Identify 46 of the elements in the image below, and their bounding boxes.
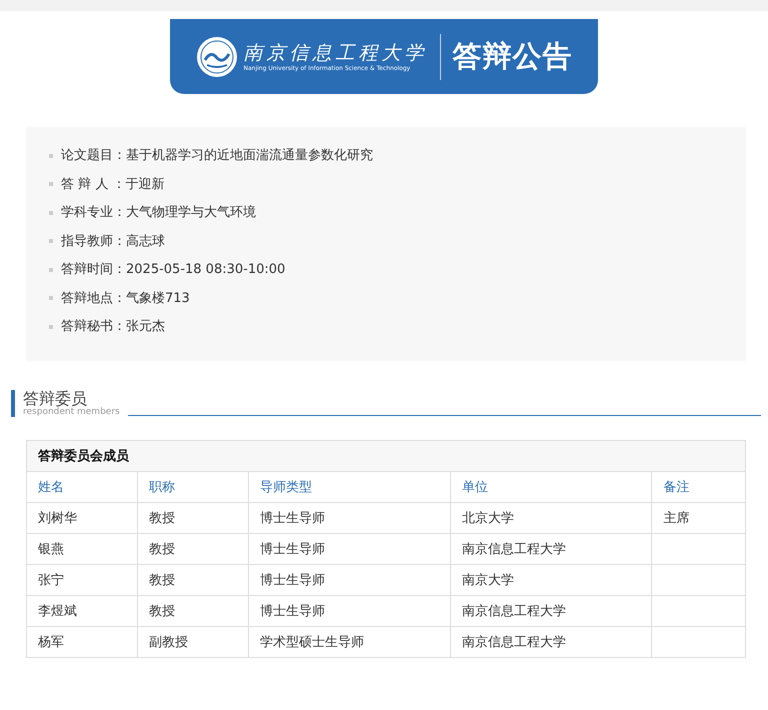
- info-text: 答 辩 人 ：于迎新: [61, 176, 164, 194]
- info-text: 答辩地点：气象楼713: [61, 290, 190, 308]
- table-cell: 博士生导师: [248, 502, 450, 533]
- bullet-icon: [49, 296, 53, 300]
- info-text: 论文题目：基于机器学习的近地面湍流通量参数化研究: [61, 147, 373, 165]
- column-header: 姓名: [26, 471, 138, 502]
- table-cell: 教授: [137, 502, 248, 533]
- info-text: 答辩秘书：张元杰: [61, 318, 165, 336]
- section-title: 答辩委员: [23, 390, 87, 406]
- bullet-icon: [49, 324, 53, 329]
- table-cell: 南京信息工程大学: [450, 533, 652, 564]
- info-text: 答辩时间：2025-05-18 08:30-10:00: [61, 261, 286, 279]
- table-cell: 银燕: [26, 533, 138, 564]
- table-cell: 副教授: [137, 626, 248, 657]
- table-cell: 主席: [652, 502, 746, 533]
- section-subtitle: respondent members: [23, 406, 120, 416]
- table-cell: 博士生导师: [248, 533, 450, 564]
- bullet-icon: [49, 182, 53, 186]
- info-text: 学科专业：大气物理学与大气环境: [61, 204, 256, 222]
- bullet-icon: [49, 239, 53, 244]
- table-cell: 南京信息工程大学: [450, 595, 652, 626]
- table-cell: 张宁: [26, 564, 138, 595]
- column-header: 导师类型: [248, 471, 450, 502]
- table-cell: 刘树华: [26, 502, 138, 533]
- table-cell: 教授: [137, 533, 248, 564]
- info-text: 指导教师：高志球: [61, 232, 165, 250]
- table-cell: 教授: [137, 564, 248, 595]
- university-emblem-icon: [196, 36, 238, 78]
- table-cell: 南京信息工程大学: [450, 626, 652, 657]
- column-header: 备注: [652, 471, 746, 502]
- column-header: 单位: [450, 471, 652, 502]
- table-cell: 博士生导师: [248, 564, 450, 595]
- table-cell: 学术型硕士生导师: [248, 626, 450, 657]
- table-cell: 北京大学: [450, 502, 652, 533]
- bullet-icon: [49, 154, 53, 158]
- table-cell: 南京大学: [450, 564, 652, 595]
- table-caption: 答辩委员会成员: [26, 440, 746, 471]
- university-name: 南京信息工程大学: [244, 41, 428, 65]
- bullet-icon: [49, 268, 53, 272]
- table-cell: 杨军: [26, 626, 138, 657]
- table-cell: 李煜斌: [26, 595, 138, 626]
- table-cell: 博士生导师: [248, 595, 450, 626]
- bullet-icon: [49, 210, 53, 215]
- table-cell: 教授: [137, 595, 248, 626]
- column-header: 职称: [137, 471, 248, 502]
- banner-title: 答辩公告: [452, 38, 572, 74]
